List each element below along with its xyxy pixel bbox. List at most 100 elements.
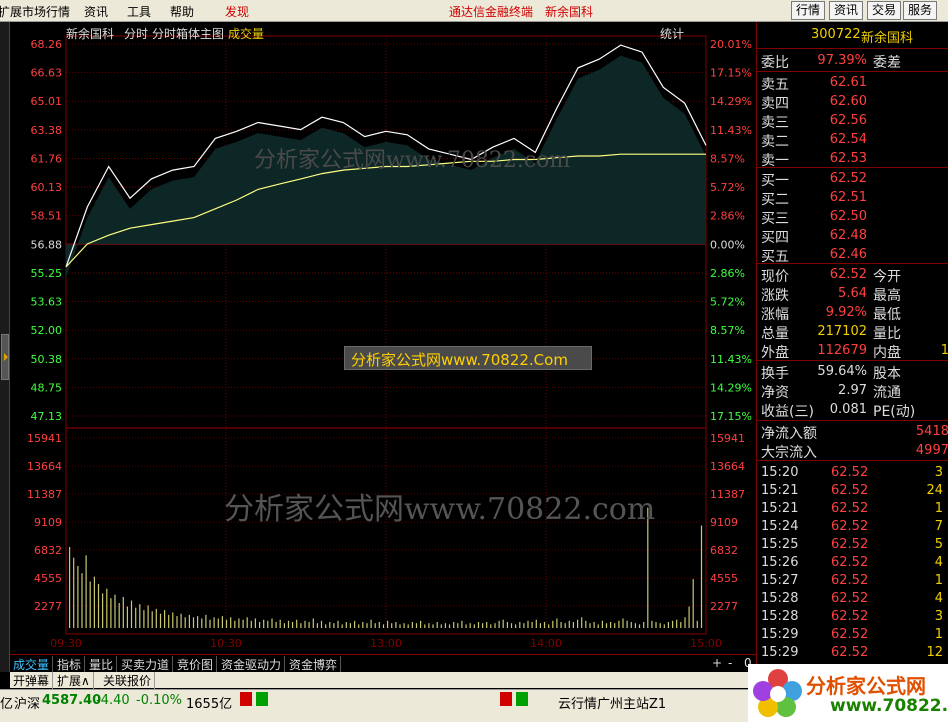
index-turnover: 1655亿 (186, 697, 233, 712)
zoom-out-button[interactable]: - (728, 656, 732, 670)
volume-bar (638, 624, 641, 628)
expand-button[interactable]: 扩展∧ (54, 672, 94, 689)
volume-bar (391, 623, 393, 628)
percent-tick-label: 8.57% (710, 324, 745, 337)
menu-news[interactable]: 资讯 (84, 3, 108, 20)
tab-capital-game[interactable]: 资金博弈 (286, 656, 342, 673)
volume-bar (539, 623, 541, 628)
tick-time: 15:21 (761, 501, 799, 516)
market-bar-icon (240, 692, 252, 706)
tab-volume[interactable]: 成交量 (10, 656, 54, 673)
quote-header: 300722 新余国科 (757, 22, 948, 49)
tab-indicator[interactable]: 指标 (54, 656, 86, 673)
volume-bar (585, 620, 587, 628)
price-tick-label: 50.38 (31, 353, 63, 366)
chart-stock-name: 新余国科 (66, 27, 115, 41)
stat-value: 59.64% (817, 364, 867, 379)
related-quotes-button[interactable]: 关联报价 (100, 672, 156, 689)
percent-tick-label: 2.86% (710, 267, 745, 280)
tick-row: 15:20 62.52 3 (757, 463, 948, 481)
time-tick-label: 14:00 (530, 637, 562, 650)
ask-label: 卖二 (761, 134, 789, 150)
tab-capital-drive[interactable]: 资金驱动力 (218, 656, 286, 673)
volume-bar (618, 620, 620, 628)
volume-bar (680, 622, 682, 628)
volume-bar (242, 619, 244, 628)
volume-bar (424, 624, 426, 628)
tick-row: 15:28 62.52 3 (757, 607, 948, 625)
volume-bar (543, 622, 546, 628)
danmaku-button[interactable]: 开弹幕 (10, 672, 54, 689)
zoom-in-button[interactable]: + (712, 656, 722, 670)
tab-volume-indicator[interactable]: 成交量 (228, 25, 264, 42)
bid-label: 买一 (761, 173, 789, 189)
stat-label-secondary: 量比 (873, 326, 901, 342)
tab-intraday[interactable]: 分时 (124, 25, 148, 42)
volume-tick-label: 15941 (27, 432, 62, 445)
volume-bar (572, 622, 574, 628)
volume-bar (523, 623, 525, 628)
volume-bar (151, 611, 153, 628)
volume-tick-label: 9109 (710, 516, 738, 529)
volume-bar (188, 614, 190, 628)
volume-bar (304, 620, 306, 628)
stat-label-secondary: 今开 (873, 269, 901, 285)
tick-price: 62.52 (831, 591, 869, 606)
stat-button[interactable]: 统计 (660, 25, 684, 42)
volume-bar (560, 622, 562, 628)
price-tick-label: 65.01 (31, 95, 63, 108)
stat-row: 外盘 112679 内盘 1 (757, 341, 948, 361)
volume-bar (378, 622, 380, 628)
trade-button[interactable]: 交易 (867, 1, 902, 20)
menu-discover[interactable]: 发现 (225, 3, 249, 20)
tick-price: 62.52 (831, 573, 869, 588)
tick-volume: 4 (934, 555, 943, 570)
divider (757, 460, 948, 461)
volume-bar (102, 593, 104, 628)
volume-bar (275, 622, 277, 628)
volume-bar (271, 618, 273, 628)
expand-sidebar-handle[interactable] (1, 334, 9, 380)
tab-box-chart[interactable]: 分时箱体主图 (152, 25, 224, 42)
tick-row: 15:26 62.52 4 (757, 553, 948, 571)
quotes-button[interactable]: 行情 (791, 1, 826, 20)
tab-volume-ratio[interactable]: 量比 (86, 656, 118, 673)
percent-tick-label: 17.15% (710, 410, 752, 423)
volume-bar (403, 623, 405, 628)
volume-tick-label: 2277 (34, 600, 62, 613)
percent-tick-label: 0.00% (710, 238, 745, 251)
volume-bar (77, 566, 79, 628)
volume-bar (139, 604, 141, 628)
server-name[interactable]: 云行情广州主站Z1 (558, 693, 666, 712)
volume-bar (432, 624, 434, 628)
news-button[interactable]: 资讯 (829, 1, 864, 20)
volume-bar (143, 610, 145, 628)
volume-tick-label: 9109 (34, 516, 62, 529)
volume-tick-label: 13664 (710, 460, 745, 473)
volume-bar (395, 622, 397, 628)
volume-bar (300, 623, 302, 628)
volume-bar (325, 624, 327, 628)
volume-bar (320, 620, 323, 628)
intraday-chart[interactable]: 68.26 20.01% 66.63 17.15% 65.01 14.29% 63.38 11… (10, 22, 756, 654)
tab-buy-sell-force[interactable]: 买卖力道 (118, 656, 174, 673)
logo-title: 分析家公式网 (806, 674, 926, 698)
volume-bar (490, 624, 492, 628)
stat-row: 涨幅 9.92% 最低 (757, 303, 948, 323)
tab-auction-chart[interactable]: 竞价图 (174, 656, 218, 673)
tick-time: 15:26 (761, 555, 799, 570)
volume-bar (155, 608, 157, 628)
menu-extended-market[interactable]: 扩展市场行情 (0, 3, 70, 20)
volume-bar (238, 618, 240, 628)
index-name[interactable]: 沪深 (14, 693, 40, 712)
menu-help[interactable]: 帮助 (170, 3, 194, 20)
tick-price: 62.52 (831, 501, 869, 516)
volume-bar (510, 623, 513, 628)
volume-bar (527, 620, 529, 628)
menu-tools[interactable]: 工具 (127, 3, 151, 20)
tick-time: 15:28 (761, 591, 799, 606)
extension-bar: 开弹幕 扩展∧ 关联报价 (10, 672, 750, 689)
service-button[interactable]: 服务 (903, 1, 938, 20)
volume-bar (279, 619, 281, 628)
volume-bar (597, 624, 599, 628)
